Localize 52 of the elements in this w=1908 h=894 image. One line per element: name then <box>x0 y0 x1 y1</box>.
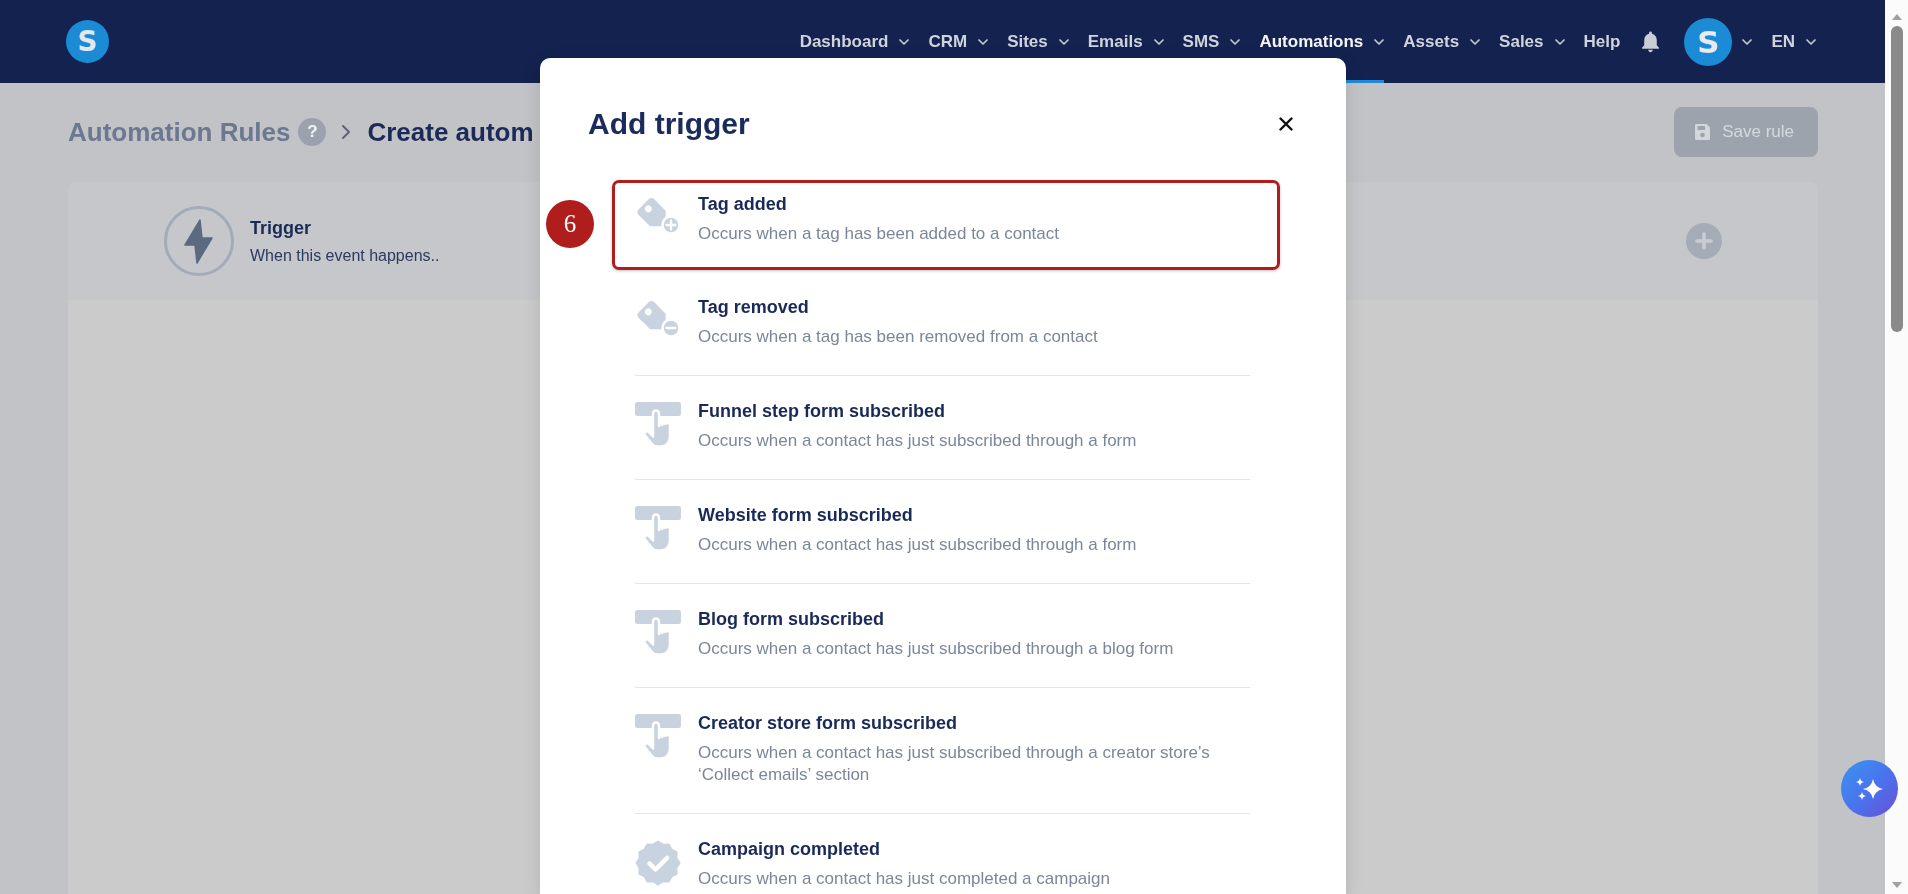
check-badge-icon <box>635 840 681 886</box>
language-selector[interactable]: EN <box>1771 0 1816 83</box>
chevron-down-icon[interactable] <box>1806 38 1816 45</box>
option-description: Occurs when a contact has just subscribed through a blog form <box>698 638 1174 660</box>
step-marker: 6 <box>546 200 594 248</box>
option-description: Occurs when a contact has just subscribed through a form <box>698 430 1137 452</box>
chevron-down-icon[interactable] <box>1470 38 1481 45</box>
nav-menu-item[interactable]: Sales <box>1499 0 1565 83</box>
nav-menu-item[interactable]: Emails <box>1087 0 1164 83</box>
hand-pointer-icon <box>635 506 681 552</box>
hand-pointer-icon <box>635 402 681 448</box>
option-description: Occurs when a tag has been added to a contact <box>698 223 1060 245</box>
chevron-down-icon[interactable] <box>1230 38 1241 45</box>
bell-icon[interactable] <box>1640 30 1662 53</box>
scrollbar-thumb[interactable] <box>1890 26 1903 332</box>
option-description: Occurs when a contact has just completed a campaign <box>698 868 1110 890</box>
close-icon[interactable] <box>1279 117 1293 131</box>
nav-menu-item[interactable]: Sites <box>1007 0 1069 83</box>
chevron-down-icon[interactable] <box>1742 38 1753 45</box>
scrollbar[interactable] <box>1885 0 1908 894</box>
option-title[interactable]: Tag added <box>698 192 1060 216</box>
trigger-subtitle: When this event happens.. <box>250 245 440 266</box>
tag-plus-icon <box>635 195 681 235</box>
option-title[interactable]: Blog form subscribed <box>698 607 1174 631</box>
nav-menu-item[interactable]: Dashboard <box>799 0 910 83</box>
modal-title: Add trigger <box>588 106 750 142</box>
tag-minus-icon <box>635 298 681 338</box>
chevron-down-icon[interactable] <box>1374 38 1385 45</box>
trigger-title: Trigger <box>250 216 312 239</box>
nav-menu-item[interactable]: SMS <box>1182 0 1241 83</box>
chevron-down-icon[interactable] <box>1058 38 1069 45</box>
page-title: Create autom <box>367 116 534 148</box>
hand-pointer-icon <box>635 610 681 656</box>
option-description: Occurs when a contact has just subscribed through a form <box>698 534 1137 556</box>
chevron-down-icon[interactable] <box>978 38 989 45</box>
option-description: Occurs when a tag has been removed from a contact <box>698 326 1098 348</box>
option-title[interactable]: Campaign completed <box>698 837 1110 861</box>
chevron-down-icon[interactable] <box>1554 38 1565 45</box>
option-title[interactable]: Tag removed <box>698 295 1098 319</box>
nav-menu-item[interactable]: Help <box>1583 0 1621 83</box>
chevron-down-icon[interactable] <box>899 38 910 45</box>
nav-menu-item[interactable]: Automations <box>1259 0 1385 83</box>
chevron-down-icon[interactable] <box>1153 38 1164 45</box>
nav-menu-item[interactable]: CRM <box>928 0 989 83</box>
option-title[interactable]: Website form subscribed <box>698 503 1137 527</box>
hand-pointer-icon <box>635 714 681 760</box>
nav-menu-item[interactable]: Assets <box>1403 0 1481 83</box>
chevron-right-icon <box>341 124 352 140</box>
option-description: Occurs when a contact has just subscribed through a creator store’s ‘Collect emails’ section <box>698 742 1211 786</box>
option-title[interactable]: Funnel step form subscribed <box>698 399 1137 423</box>
lightning-icon <box>164 206 234 276</box>
option-title[interactable]: Creator store form subscribed <box>698 711 1238 735</box>
